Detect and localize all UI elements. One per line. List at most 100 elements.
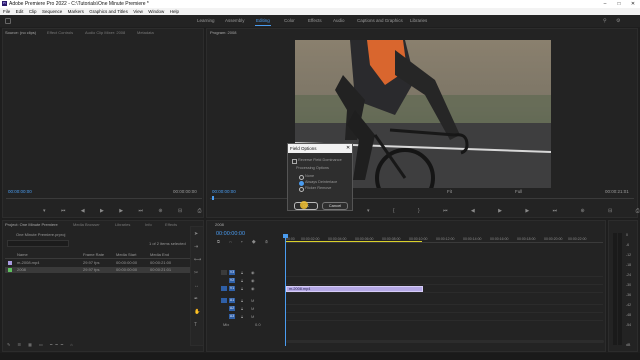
radio-flicker-remove[interactable] [299, 187, 304, 192]
radio-always-deinterlace[interactable] [299, 181, 304, 186]
timeline-horizontal-scrollbar[interactable] [286, 340, 604, 343]
source-timecode[interactable]: 00:00:00:00 [8, 189, 32, 194]
workspace-color[interactable]: Color [284, 18, 295, 23]
lock-icon[interactable]: 🔒︎ [241, 270, 243, 275]
timeline-timecode[interactable]: 00:00:00:00 [216, 231, 245, 237]
source-scrubber[interactable] [6, 198, 202, 199]
lock-icon[interactable]: 🔒︎ [241, 278, 243, 283]
project-search-input[interactable] [7, 240, 69, 247]
eye-icon[interactable]: ◉ [251, 286, 255, 291]
slip-icon[interactable]: ↔ [194, 283, 199, 289]
column-frame-rate[interactable]: Frame Rate [83, 252, 104, 257]
timeline-playhead[interactable] [285, 236, 286, 346]
mute-icon[interactable]: M [251, 306, 254, 311]
timeline-tool-toggles[interactable]: ⧉ ∩ ▾ ◆ ⚙ [217, 239, 272, 244]
minimize-button[interactable]: – [598, 0, 612, 8]
mute-icon[interactable]: M [251, 298, 254, 303]
track-select-icon[interactable]: ⇥ [194, 244, 198, 250]
source-patch[interactable] [221, 270, 227, 275]
track-target[interactable]: A2 [229, 306, 235, 311]
track-target[interactable]: A3 [229, 314, 235, 319]
ruler-tick-label: 00:00:08:00 [382, 237, 401, 241]
playhead-icon[interactable] [212, 196, 214, 200]
ripple-edit-icon[interactable]: ⟷ [194, 257, 201, 263]
workspace-audio[interactable]: Audio [333, 18, 345, 23]
track-row-v2[interactable] [285, 278, 603, 285]
tab-info[interactable]: Info [145, 222, 152, 227]
lock-icon[interactable]: 🔒︎ [241, 286, 243, 291]
tab-source[interactable]: Source: (no clips) [5, 30, 36, 35]
eye-icon[interactable]: ◉ [251, 278, 255, 283]
lock-icon[interactable]: 🔒︎ [241, 298, 243, 303]
menu-markers[interactable]: Markers [68, 8, 84, 15]
menu-file[interactable]: File [3, 8, 10, 15]
workspace-learning[interactable]: Learning [197, 18, 215, 23]
workspace-captions[interactable]: Captions and Graphics [357, 18, 403, 23]
program-timecode[interactable]: 00:00:00:00 [212, 189, 236, 194]
source-patch[interactable] [221, 286, 227, 291]
menu-help[interactable]: Help [170, 8, 179, 15]
hand-icon[interactable]: ✋ [194, 309, 200, 315]
column-media-end[interactable]: Media End [150, 252, 169, 257]
track-target[interactable]: V3 [229, 270, 235, 275]
project-footer-controls[interactable]: ✎ ☰ ▦ ▭ ━━━ ⌂ [7, 342, 76, 347]
cancel-button[interactable]: Cancel [322, 202, 348, 210]
table-row[interactable]: 2008 29.97 fps 00:00:00:00 00:00:21:01 [5, 267, 201, 273]
tab-audio-clip-mixer[interactable]: Audio Clip Mixer: 2008 [85, 30, 125, 35]
column-media-start[interactable]: Media Start [116, 252, 136, 257]
track-row-a3[interactable] [285, 314, 603, 321]
source-transport-controls[interactable]: ▾ ⏮ ◀ ▶ ▶ ⏭ ⊕ ⊟ ⎙ [43, 208, 209, 214]
eye-icon[interactable]: ◉ [251, 270, 255, 275]
column-name[interactable]: Name [17, 252, 28, 257]
tab-project[interactable]: Project: One Minute Premiere [5, 222, 58, 227]
master-volume[interactable]: 0.0 [255, 322, 261, 327]
menu-graphics[interactable]: Graphics and Titles [89, 8, 128, 15]
work-area-bar[interactable] [285, 241, 422, 242]
track-target[interactable]: V1 [229, 286, 235, 291]
lock-icon[interactable]: 🔒︎ [241, 314, 243, 319]
program-transport-controls[interactable]: ▾ { } ⏮ ◀ ▶ ▶ ⏭ ⊕ ⊟ ⎙ [367, 208, 640, 214]
source-patch[interactable] [221, 298, 227, 303]
playhead-handle-icon[interactable] [283, 234, 288, 238]
table-row[interactable]: m-2008.mp4 29.97 fps 00:00:00:00 00:00:2… [5, 260, 201, 266]
selection-icon[interactable]: ➤ [194, 231, 198, 237]
tab-libraries[interactable]: Libraries [115, 222, 130, 227]
menu-edit[interactable]: Edit [16, 8, 24, 15]
search-icon[interactable]: ⚲ [603, 18, 607, 24]
tab-effect-controls[interactable]: Effect Controls [47, 30, 73, 35]
timeline-clip[interactable]: m-2008.mp4 [286, 286, 423, 292]
maximize-button[interactable]: □ [612, 0, 626, 8]
program-fit-select[interactable]: Fit [447, 189, 452, 194]
workspace-effects[interactable]: Effects [308, 18, 322, 23]
track-row-a2[interactable] [285, 306, 603, 313]
notifications-icon[interactable]: ⚙ [616, 18, 620, 24]
track-row-a1[interactable] [285, 298, 603, 305]
menu-window[interactable]: Window [148, 8, 164, 15]
razor-icon[interactable]: ✂ [194, 270, 198, 276]
tab-sequence[interactable]: 2008 [215, 222, 224, 227]
track-target[interactable]: V2 [229, 278, 235, 283]
pen-icon[interactable]: ✒ [194, 296, 198, 302]
type-icon[interactable]: T [194, 322, 197, 328]
workspace-libraries[interactable]: Libraries [410, 18, 427, 23]
radio-none[interactable] [299, 175, 304, 180]
workspace-editing[interactable]: Editing [256, 18, 270, 23]
track-row-v3[interactable] [285, 270, 603, 277]
program-scrubber[interactable] [210, 198, 634, 199]
lock-icon[interactable]: 🔒︎ [241, 306, 243, 311]
tab-metadata[interactable]: Metadata [137, 30, 154, 35]
tab-effects[interactable]: Effects [165, 222, 177, 227]
reverse-dominance-checkbox[interactable] [292, 159, 297, 164]
close-icon[interactable]: ✕ [346, 145, 350, 151]
program-resolution-select[interactable]: Full [515, 189, 522, 194]
menu-clip[interactable]: Clip [29, 8, 37, 15]
track-target[interactable]: A1 [229, 298, 235, 303]
tab-media-browser[interactable]: Media Browser [73, 222, 100, 227]
close-button[interactable]: ✕ [626, 0, 640, 8]
mute-icon[interactable]: M [251, 314, 254, 319]
home-icon[interactable] [5, 18, 11, 24]
tab-program[interactable]: Program: 2008 [210, 30, 236, 35]
menu-view[interactable]: View [133, 8, 143, 15]
workspace-assembly[interactable]: Assembly [225, 18, 245, 23]
menu-sequence[interactable]: Sequence [42, 8, 62, 15]
